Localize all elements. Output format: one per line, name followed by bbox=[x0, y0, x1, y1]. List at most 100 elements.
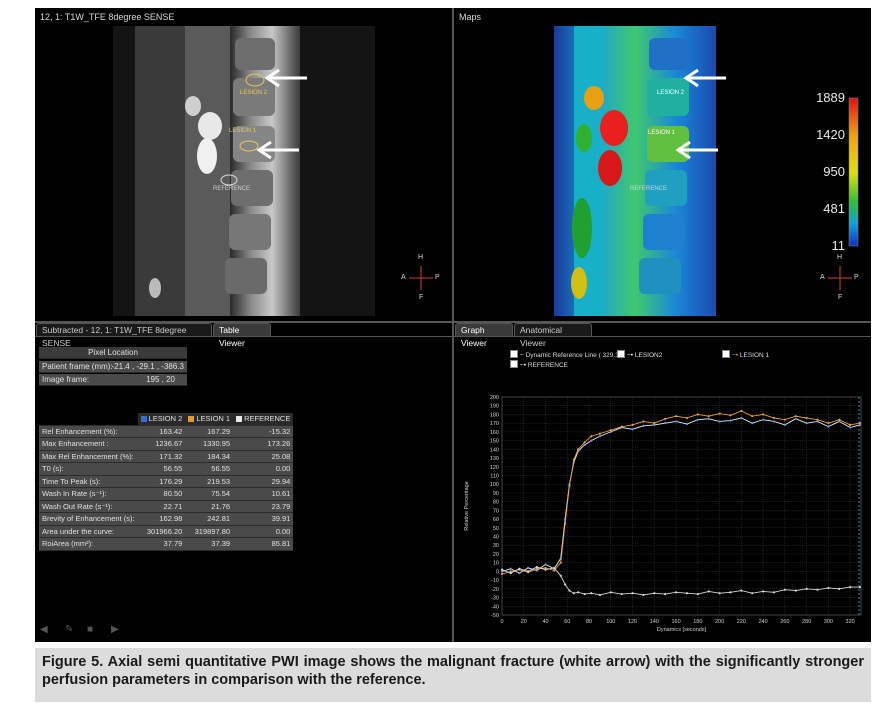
data-point bbox=[631, 423, 634, 427]
data-point bbox=[729, 419, 732, 422]
data-point bbox=[794, 415, 797, 418]
data-point bbox=[707, 417, 710, 420]
data-point bbox=[827, 586, 830, 590]
table-row: Wash Out Rate (s⁻¹): 22.71 21.76 23.79 bbox=[39, 500, 294, 513]
colorbar-tick-label: 481 bbox=[823, 201, 845, 216]
table-row: T0 (s): 56.55 56.55 0.00 bbox=[39, 462, 294, 476]
data-point bbox=[761, 590, 765, 593]
screen-icon[interactable]: ■ bbox=[87, 624, 93, 635]
data-point bbox=[827, 422, 830, 425]
data-point bbox=[572, 458, 575, 461]
data-point bbox=[500, 568, 504, 571]
table-row: Max Rel Enhancement (%): 171.32 184.34 25.0… bbox=[39, 450, 294, 463]
y-tick-label: -20 bbox=[491, 587, 499, 593]
data-point bbox=[761, 418, 765, 421]
parameter-label: Rel Enhancement (%): bbox=[39, 425, 138, 438]
patient-frame-row: Patient frame (mm): -21.4 , -29.1 , -386… bbox=[39, 361, 187, 373]
y-tick-label: 160 bbox=[490, 430, 499, 436]
viewer-window: 12, 1: T1W_TFE 8degree SENSE LESION 2 LE… bbox=[35, 8, 871, 642]
tab-table-viewer[interactable]: Table Viewer bbox=[213, 323, 271, 348]
y-tick-label: 110 bbox=[490, 473, 499, 479]
data-point bbox=[583, 592, 586, 596]
x-tick-label: 200 bbox=[715, 619, 724, 625]
data-point bbox=[696, 592, 699, 596]
parameter-value: 301966.20 bbox=[137, 525, 186, 538]
data-point bbox=[751, 592, 754, 595]
data-point bbox=[729, 414, 732, 417]
x-tick-label: 100 bbox=[606, 619, 615, 625]
data-point bbox=[631, 428, 634, 431]
compass-icon bbox=[828, 266, 852, 290]
data-point bbox=[740, 589, 743, 592]
x-tick-label: 300 bbox=[824, 619, 833, 625]
data-point bbox=[518, 567, 521, 570]
pixel-location-header: Pixel Location bbox=[39, 347, 187, 359]
data-point bbox=[740, 409, 743, 413]
data-point bbox=[664, 592, 667, 596]
data-point bbox=[718, 592, 721, 595]
data-point bbox=[577, 591, 580, 594]
maps-pane[interactable]: Maps LESION 2 LESION 1 REFERENCE 1889 14… bbox=[454, 8, 871, 321]
data-point bbox=[609, 591, 612, 594]
data-point bbox=[553, 569, 556, 572]
compass-icon bbox=[409, 266, 433, 290]
x-tick-label: 260 bbox=[780, 619, 789, 625]
y-tick-label: 190 bbox=[490, 404, 499, 410]
parameter-label: RoiArea (mm²): bbox=[39, 537, 138, 551]
data-point bbox=[718, 412, 721, 415]
enhancement-curve-chart[interactable]: -50 -40 -30 -20 -10 0 10 20 30 40 50 60 70 80 90 100 110… bbox=[454, 337, 871, 642]
parameter-value: 0.00 bbox=[233, 462, 294, 476]
lesion2-label: LESION 2 bbox=[657, 90, 685, 96]
y-tick-label: 70 bbox=[493, 508, 499, 514]
parameter-value: 1236.67 bbox=[137, 437, 186, 451]
data-point bbox=[620, 425, 623, 428]
parameter-value: 242.81 bbox=[185, 512, 234, 526]
tab-anatomical-viewer[interactable]: Anatomical Viewer bbox=[514, 323, 592, 348]
reference-label: REFERENCE bbox=[213, 186, 251, 192]
data-point bbox=[783, 588, 786, 591]
data-point bbox=[653, 422, 656, 425]
compass-f: F bbox=[419, 294, 424, 301]
compass-p: P bbox=[854, 274, 859, 281]
image-frame-row: Image frame: 195 , 20 bbox=[39, 374, 187, 386]
data-point bbox=[653, 592, 656, 595]
x-tick-label: 240 bbox=[758, 619, 767, 625]
parameter-value: 21.76 bbox=[185, 500, 234, 513]
parameter-value: 37.79 bbox=[137, 537, 186, 551]
tab-graph-viewer[interactable]: Graph Viewer bbox=[455, 323, 513, 348]
compass-h: H bbox=[837, 254, 843, 261]
table-viewer-pane: Subtracted - 12, 1: T1W_TFE 8degree SENS… bbox=[35, 323, 452, 642]
t1w-image-pane[interactable]: 12, 1: T1W_TFE 8degree SENSE LESION 2 LE… bbox=[35, 8, 452, 321]
parameter-value: 75.54 bbox=[185, 487, 234, 501]
parameter-value: 0.00 bbox=[233, 525, 294, 538]
y-tick-label: 60 bbox=[493, 517, 499, 523]
parameter-value: 56.55 bbox=[137, 462, 186, 476]
data-point bbox=[527, 570, 530, 573]
colorbar-tick-label: 11 bbox=[831, 238, 846, 253]
data-point bbox=[751, 422, 754, 425]
data-point bbox=[664, 417, 667, 420]
x-tick-label: 180 bbox=[693, 619, 702, 625]
y-tick-label: 180 bbox=[490, 412, 499, 418]
pencil-icon[interactable]: ✎ bbox=[65, 624, 73, 635]
compass-f: F bbox=[838, 294, 843, 301]
parameter-label: Max Enhancement : bbox=[39, 437, 138, 451]
y-tick-label: 90 bbox=[493, 491, 499, 497]
data-point bbox=[583, 441, 586, 444]
parameter-value: 85.81 bbox=[233, 537, 294, 551]
parameter-value: 319897.80 bbox=[185, 525, 234, 538]
y-tick-label: 100 bbox=[490, 482, 499, 488]
tab-subtracted[interactable]: Subtracted - 12, 1: T1W_TFE 8degree SENS… bbox=[36, 323, 212, 348]
y-tick-label: 120 bbox=[490, 465, 499, 471]
back-arrow-icon[interactable]: ◀ bbox=[40, 624, 48, 635]
perfusion-map[interactable] bbox=[454, 8, 871, 321]
column-header: LESION 1 bbox=[185, 413, 234, 426]
data-point bbox=[805, 416, 808, 420]
y-tick-label: 170 bbox=[490, 421, 499, 427]
parameter-value: 39.91 bbox=[233, 512, 294, 526]
data-point bbox=[598, 432, 602, 435]
data-point bbox=[858, 585, 862, 589]
figure-caption: Figure 5. Axial semi quantitative PWI im… bbox=[35, 648, 871, 702]
mri-image[interactable] bbox=[35, 8, 452, 321]
forward-arrow-icon[interactable]: ▶ bbox=[111, 624, 119, 635]
